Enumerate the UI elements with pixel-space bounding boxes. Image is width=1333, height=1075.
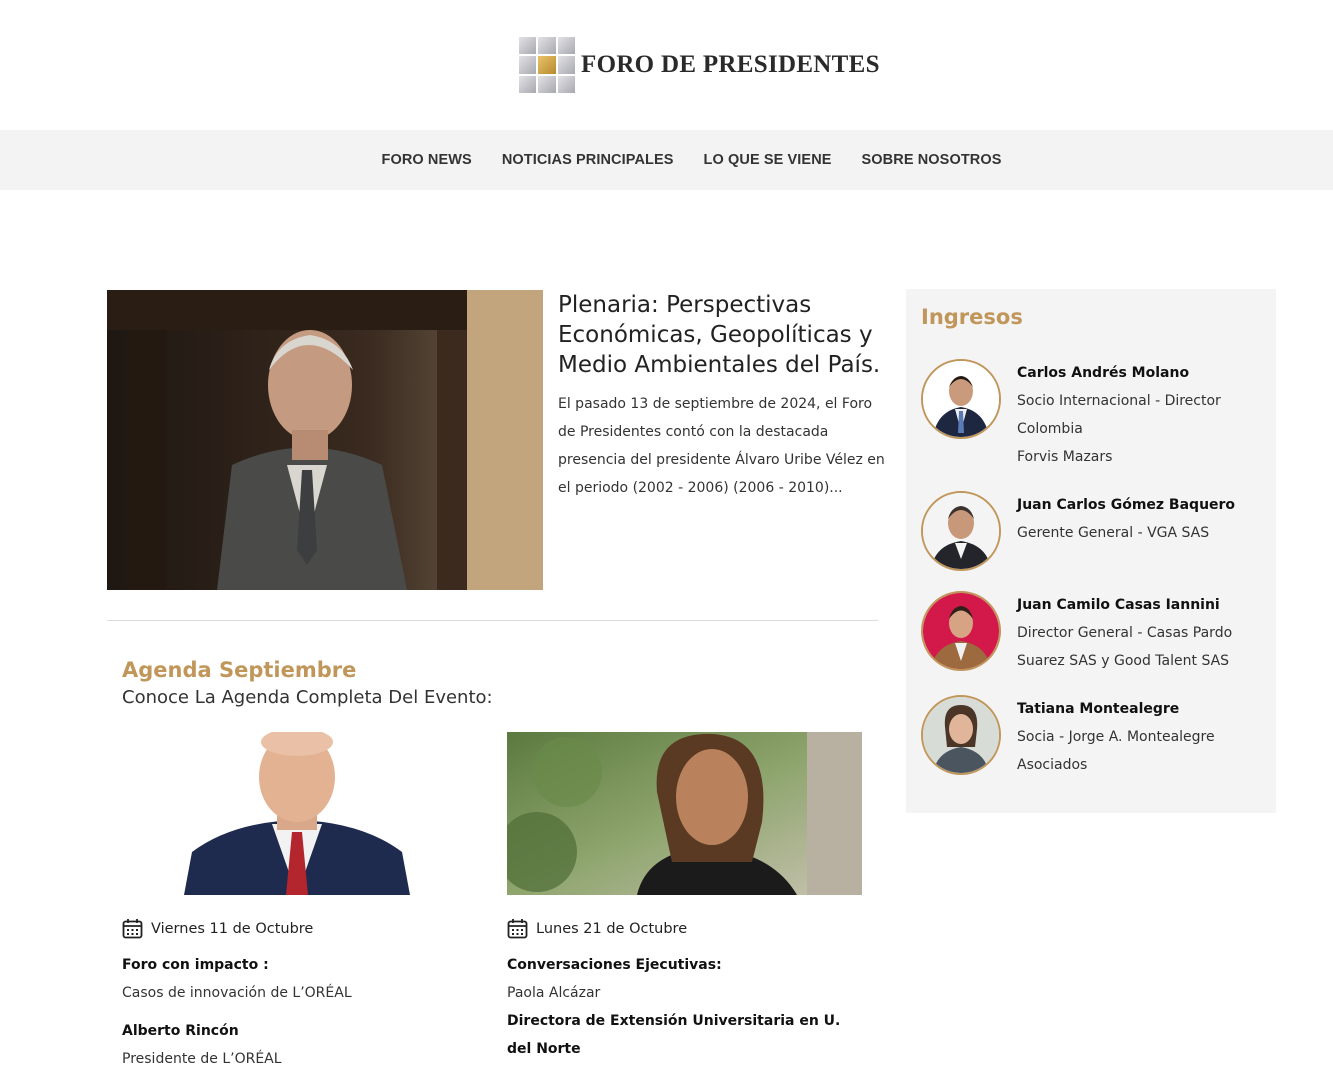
agenda-speaker-photo-2[interactable] — [507, 732, 862, 895]
featured-article-image[interactable] — [107, 290, 543, 590]
sidebar-person-1-company: Forvis Mazars — [1017, 449, 1113, 465]
agenda-event-1-topic: Casos de innovación de L’ORÉAL — [122, 985, 352, 1001]
section-divider — [107, 620, 878, 621]
agenda-event-1-heading: Foro con impacto : — [122, 957, 269, 973]
agenda-event-1-speaker: Alberto Rincón — [122, 1023, 239, 1039]
agenda-event-1-date-text: Viernes 11 de Octubre — [151, 920, 314, 937]
sidebar-title: Ingresos — [921, 305, 1023, 329]
sidebar-person-2-role: Gerente General - VGA SAS — [1017, 525, 1210, 541]
site-logo[interactable]: FORO DE PRESIDENTES — [519, 37, 880, 93]
calendar-icon — [507, 919, 528, 939]
logo-grid-icon — [519, 37, 575, 93]
sidebar-person-4[interactable]: Tatiana Montealegre Socia - Jorge A. Mon… — [921, 695, 1266, 775]
avatar — [921, 359, 1001, 439]
agenda-event-2-heading: Conversaciones Ejecutivas: — [507, 957, 722, 973]
sidebar-person-3[interactable]: Juan Camilo Casas Iannini Director Gener… — [921, 591, 1266, 671]
sidebar-person-4-role: Socia - Jorge A. Montealegre Asociados — [1017, 729, 1215, 773]
agenda-speaker-photo-1[interactable] — [122, 732, 477, 895]
main-nav: FORO NEWS NOTICIAS PRINCIPALES LO QUE SE… — [0, 130, 1333, 190]
nav-item-sobre-nosotros[interactable]: SOBRE NOSOTROS — [862, 152, 1002, 168]
agenda-event-2-speaker-role: Directora de Extensión Universitaria en … — [507, 1013, 841, 1057]
sidebar-person-3-role: Director General - Casas Pardo Suarez SA… — [1017, 625, 1233, 669]
sidebar-person-1[interactable]: Carlos Andrés Molano Socio Internacional… — [921, 359, 1266, 469]
sidebar-person-2[interactable]: Juan Carlos Gómez Baquero Gerente Genera… — [921, 491, 1266, 571]
agenda-event-1-speaker-role: Presidente de L’ORÉAL — [122, 1051, 282, 1067]
nav-item-foro-news[interactable]: FORO NEWS — [381, 152, 471, 168]
avatar — [921, 695, 1001, 775]
agenda-event-2-speaker: Paola Alcázar — [507, 985, 601, 1001]
agenda-subtitle: Conoce La Agenda Completa Del Evento: — [122, 687, 493, 708]
calendar-icon — [122, 919, 143, 939]
featured-article-excerpt: El pasado 13 de septiembre de 2024, el F… — [558, 396, 885, 496]
avatar — [921, 491, 1001, 571]
sidebar-person-1-name: Carlos Andrés Molano — [1017, 365, 1190, 381]
sidebar-person-4-name: Tatiana Montealegre — [1017, 701, 1180, 717]
sidebar-ingresos: Ingresos Carlos Andrés Molano Socio Inte… — [906, 289, 1276, 813]
avatar — [921, 591, 1001, 671]
sidebar-person-2-name: Juan Carlos Gómez Baquero — [1017, 497, 1236, 513]
nav-item-lo-que-se-viene[interactable]: LO QUE SE VIENE — [704, 152, 832, 168]
site-header: FORO DE PRESIDENTES — [0, 0, 1333, 130]
agenda-event-1-date: Viernes 11 de Octubre — [122, 918, 313, 939]
agenda-event-2-date: Lunes 21 de Octubre — [507, 918, 687, 939]
sidebar-person-3-name: Juan Camilo Casas Iannini — [1017, 597, 1220, 613]
logo-text: FORO DE PRESIDENTES — [581, 51, 880, 78]
sidebar-person-1-role: Socio Internacional - Director Colombia — [1017, 393, 1221, 437]
agenda-event-2-date-text: Lunes 21 de Octubre — [536, 920, 688, 937]
agenda-title: Agenda Septiembre — [122, 658, 357, 682]
nav-item-noticias-principales[interactable]: NOTICIAS PRINCIPALES — [502, 152, 674, 168]
featured-article-title[interactable]: Plenaria: Perspectivas Económicas, Geopo… — [558, 290, 888, 380]
